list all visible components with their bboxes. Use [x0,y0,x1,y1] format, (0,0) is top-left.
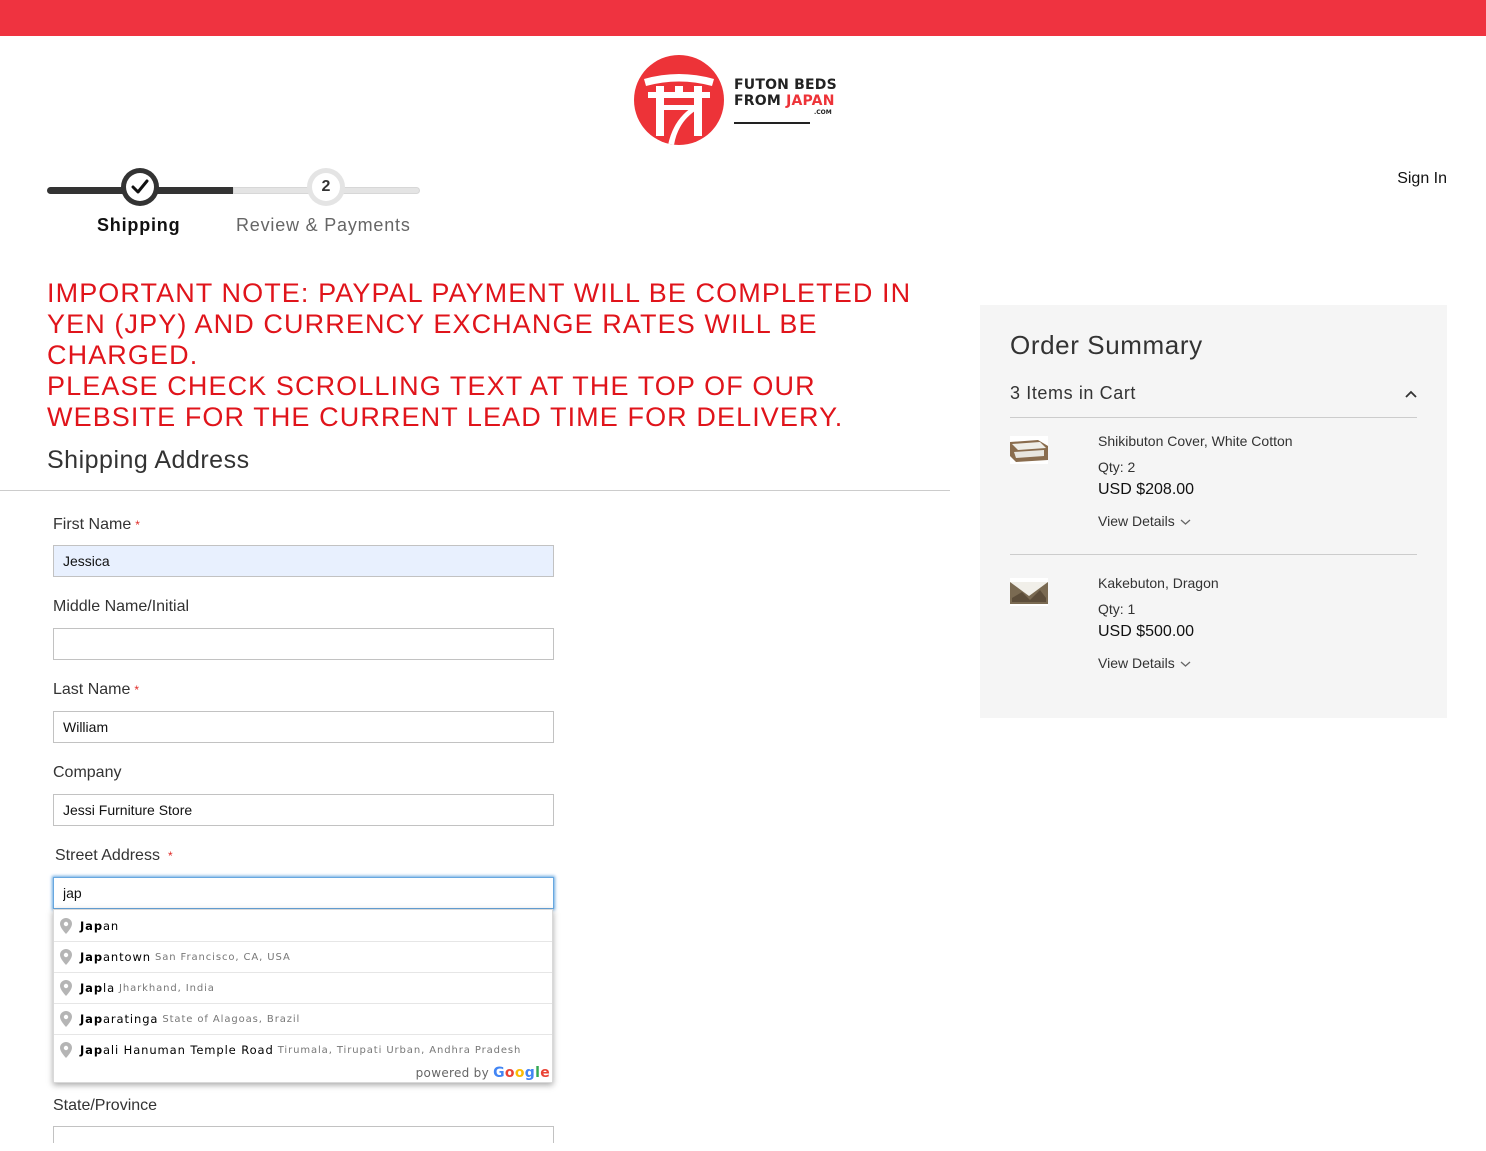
item-price: USD $500.00 [1098,623,1195,640]
chevron-down-icon [1180,519,1191,526]
required-mark: * [134,683,140,697]
order-summary-title: Order Summary [1010,330,1203,360]
items-in-cart-toggle[interactable]: 3 Items in Cart [1010,383,1136,404]
company-label: Company [53,764,122,781]
notice-line-lead-time: PLEASE CHECK SCROLLING TEXT AT THE TOP O… [47,371,844,432]
product-thumbnail [1010,436,1048,464]
autocomplete-suggestion[interactable]: Jap an [54,910,552,941]
view-details-toggle[interactable]: View Details [1098,513,1191,529]
product-thumbnail [1010,578,1048,606]
first-name-label: First Name * [53,516,140,533]
map-pin-icon [60,980,72,996]
item-divider [1010,554,1417,555]
powered-by-google: powered by Google [415,1065,550,1081]
checkout-progress: 2 Shipping Review & Payments [47,168,420,238]
address-autocomplete-dropdown: Jap an Jap antown San Francisco, CA, USA Ja… [53,909,553,1083]
state-province-input[interactable] [53,1126,554,1143]
summary-divider [1010,417,1417,418]
item-name: Kakebuton, Dragon [1098,575,1219,591]
street-address-input[interactable] [53,877,554,909]
autocomplete-suggestion[interactable]: Jap la Jharkhand, India [54,972,552,1003]
map-pin-icon [60,1042,72,1058]
state-province-label: State/Province [53,1097,158,1114]
important-notice: IMPORTANT NOTE: PAYPAL PAYMENT WILL BE C… [47,278,947,433]
last-name-input[interactable] [53,711,554,743]
order-summary-panel: Order Summary 3 Items in Cart Shikibuton… [980,305,1447,718]
first-name-input[interactable] [53,545,554,577]
step-review-label[interactable]: Review & Payments [236,215,411,236]
chevron-down-icon [1180,661,1191,668]
shipping-address-title: Shipping Address [47,446,250,474]
notice-line-currency: IMPORTANT NOTE: PAYPAL PAYMENT WILL BE C… [47,278,912,370]
map-pin-icon [60,917,72,934]
middle-name-input[interactable] [53,628,554,660]
map-pin-icon [60,1011,72,1027]
checkmark-icon [131,179,149,194]
chevron-up-icon[interactable] [1404,389,1418,399]
company-input[interactable] [53,794,554,826]
middle-name-label: Middle Name/Initial [53,598,190,615]
step-shipping-marker [121,168,159,206]
autocomplete-suggestion[interactable]: Jap aratinga State of Alagoas, Brazil [54,1003,552,1034]
autocomplete-suggestion[interactable]: Jap antown San Francisco, CA, USA [54,941,552,972]
step-shipping-label: Shipping [97,215,181,235]
street-address-label: Street Address * [55,847,173,864]
autocomplete-suggestion[interactable]: Jap ali Hanuman Temple Road Tirumala, Tiru… [54,1034,552,1065]
map-pin-icon [60,949,72,965]
item-price: USD $208.00 [1098,481,1195,498]
last-name-label: Last Name * [53,681,140,698]
required-mark: * [167,849,173,863]
item-qty: Qty: 1 [1098,601,1136,617]
item-qty: Qty: 2 [1098,459,1136,475]
sign-in-link[interactable]: Sign In [1397,170,1447,188]
required-mark: * [135,518,140,532]
item-name: Shikibuton Cover, White Cotton [1098,433,1293,449]
section-divider [0,490,950,491]
step-review-marker: 2 [307,168,345,206]
view-details-toggle[interactable]: View Details [1098,655,1191,671]
torii-gate-icon [634,55,724,145]
logo-wordmark: FUTON BEDS FROM JAPAN .COM [734,77,837,128]
site-logo[interactable]: FUTON BEDS FROM JAPAN .COM [634,55,844,147]
top-banner [0,0,1486,36]
step-number: 2 [312,173,340,201]
